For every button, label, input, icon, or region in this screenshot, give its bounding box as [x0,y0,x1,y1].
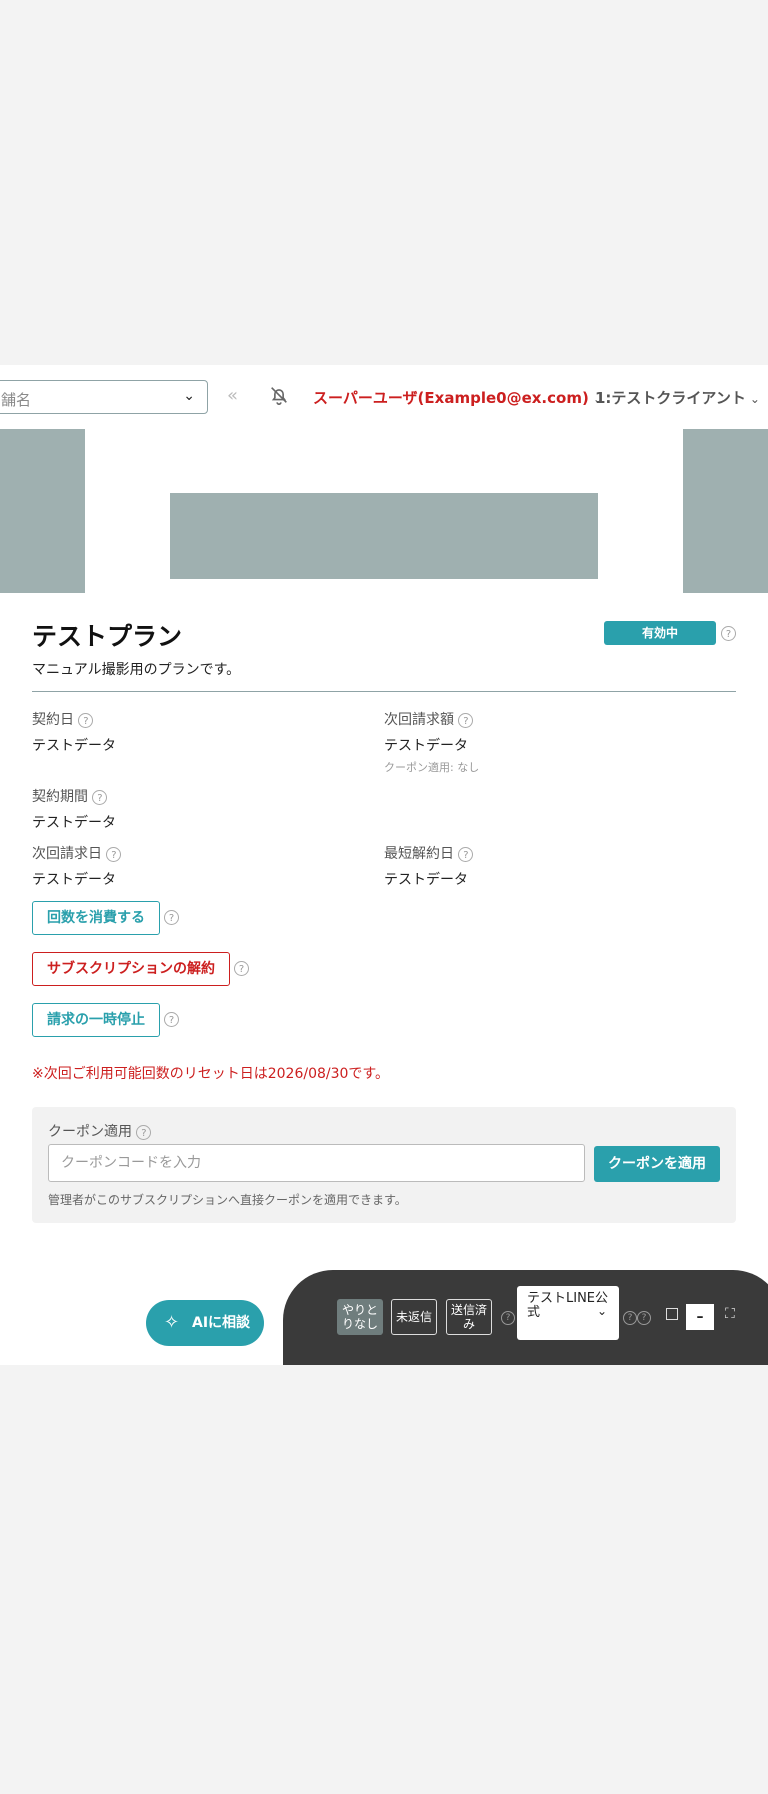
filter-sent[interactable]: 送信済み [446,1299,492,1335]
help-icon[interactable]: ? [637,1311,651,1325]
bell-off-icon[interactable] [268,384,290,406]
help-icon[interactable]: ? [721,626,736,641]
reset-date-note: ※次回ご利用可能回数のリセット日は2026/08/30です。 [32,1066,390,1082]
next-amount-field: 次回請求額 ? テストデータ クーポン適用: なし [384,709,479,775]
sparkle-icon: ✧ [164,1312,180,1333]
banner-image-center [170,493,598,579]
app-frame: 舗名 ⌄ « スーパーユーザ(Example0@ex.com) ⌄ 1:テストクラ… [0,365,768,1365]
field-value: テストデータ [32,872,116,888]
help-icon[interactable]: ? [78,712,94,728]
help-icon[interactable]: ? [164,910,179,925]
help-icon[interactable]: ? [501,1311,515,1325]
plan-title: テストプラン [32,622,183,651]
coupon-hint: 管理者がこのサブスクリプションへ直接クーポンを適用できます。 [48,1193,407,1207]
help-icon[interactable]: ? [623,1311,637,1325]
help-icon[interactable]: ? [234,961,249,976]
chat-bar: やりとりなし 未返信 送信済み ? テストLINE公式 ⌄ ? ? – ⛶ [283,1270,768,1365]
help-icon[interactable]: ? [92,789,108,805]
field-label: 次回請求額 [384,712,454,728]
client-menu[interactable]: 1:テストクライアント ⌄ [595,387,760,408]
ai-consult-button[interactable]: ✧ AIに相談 [146,1300,264,1346]
help-icon[interactable]: ? [458,846,474,862]
field-label: 最短解約日 [384,846,454,862]
help-icon[interactable]: ? [458,712,474,728]
minimize-button[interactable]: – [686,1304,714,1330]
restore-icon[interactable] [666,1308,678,1320]
field-label: 次回請求日 [32,846,102,862]
plan-description: マニュアル撮影用のプランです。 [32,662,241,678]
top-bar: 舗名 ⌄ « スーパーユーザ(Example0@ex.com) ⌄ 1:テストクラ… [0,365,768,430]
chevron-down-icon: ⌄ [596,1304,607,1318]
coupon-status-note: クーポン適用: なし [384,761,480,774]
store-select-placeholder: 舗名 [1,391,32,409]
apply-coupon-button[interactable]: クーポンを適用 [594,1146,720,1182]
ai-consult-label: AIに相談 [192,1315,251,1331]
client-menu-label: 1:テストクライアント [595,389,746,407]
store-select[interactable]: 舗名 ⌄ [0,380,208,414]
double-chevron-left-icon[interactable]: « [227,385,238,406]
field-label: 契約日 [32,712,74,728]
user-menu[interactable]: スーパーユーザ(Example0@ex.com) ⌄ [313,387,603,408]
expand-icon[interactable]: ⛶ [725,1306,735,1322]
coupon-code-input[interactable]: クーポンコードを入力 [48,1144,585,1182]
line-account-label: テストLINE公式 [527,1291,609,1320]
field-value: テストデータ [384,738,468,754]
status-badge: 有効中 [604,621,716,645]
line-account-select[interactable]: テストLINE公式 ⌄ [517,1286,619,1340]
min-cancel-date-field: 最短解約日 ? テストデータ [384,843,474,889]
field-value: テストデータ [32,738,116,754]
coupon-label: クーポン適用 [48,1124,132,1140]
help-icon[interactable]: ? [136,1124,152,1140]
filter-unreplied[interactable]: 未返信 [391,1299,437,1335]
contract-period-field: 契約期間 ? テストデータ [32,786,116,832]
consume-count-button[interactable]: 回数を消費する [32,901,160,935]
banner-image-left [0,429,85,593]
filter-no-exchange[interactable]: やりとりなし [337,1299,383,1335]
user-menu-label: スーパーユーザ(Example0@ex.com) [313,389,589,407]
cancel-subscription-button[interactable]: サブスクリプションの解約 [32,952,230,986]
next-billing-date-field: 次回請求日 ? テストデータ [32,843,122,889]
banner-image-right [683,429,768,593]
help-icon[interactable]: ? [164,1012,179,1027]
field-value: テストデータ [32,815,116,831]
chevron-down-icon: ⌄ [183,388,195,404]
banner-placeholder [0,429,768,593]
field-label: 契約期間 [32,789,88,805]
contract-date-field: 契約日 ? テストデータ [32,709,116,755]
field-value: テストデータ [384,872,468,888]
chevron-down-icon: ⌄ [749,392,760,406]
help-icon[interactable]: ? [106,846,122,862]
divider [32,691,736,692]
pause-billing-button[interactable]: 請求の一時停止 [32,1003,160,1037]
coupon-panel: クーポン適用 ? クーポンコードを入力 クーポンを適用 管理者がこのサブスクリプ… [32,1107,736,1223]
